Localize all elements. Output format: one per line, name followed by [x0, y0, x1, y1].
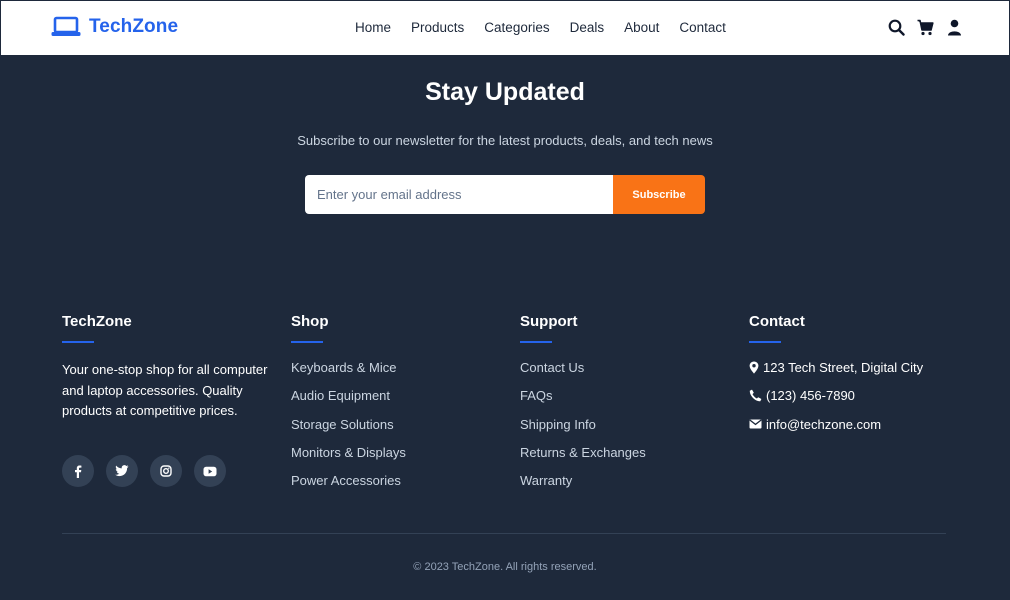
copyright-text: © 2023 TechZone. All rights reserved.	[413, 561, 597, 573]
facebook-icon[interactable]	[62, 455, 94, 487]
contact-email: info@techzone.com	[749, 417, 959, 432]
contact-address-text: 123 Tech Street, Digital City	[763, 360, 924, 375]
nav-contact[interactable]: Contact	[679, 20, 726, 35]
contact-info: 123 Tech Street, Digital City (123) 456-…	[749, 360, 959, 432]
title-underline	[62, 341, 94, 343]
nav-products[interactable]: Products	[411, 20, 464, 35]
nav-categories[interactable]: Categories	[484, 20, 549, 35]
footer-contact-title: Contact	[749, 313, 805, 330]
nav-deals[interactable]: Deals	[570, 20, 605, 35]
support-link-shipping[interactable]: Shipping Info	[520, 417, 730, 432]
footer-support-title: Support	[520, 313, 578, 330]
footer-about-text: Your one-stop shop for all computer and …	[62, 362, 268, 418]
shop-link-keyboards[interactable]: Keyboards & Mice	[291, 360, 501, 375]
support-link-contact[interactable]: Contact Us	[520, 360, 730, 375]
title-underline	[520, 341, 552, 343]
shop-link-storage[interactable]: Storage Solutions	[291, 417, 501, 432]
shop-link-monitors[interactable]: Monitors & Displays	[291, 445, 501, 460]
support-links: Contact Us FAQs Shipping Info Returns & …	[520, 360, 730, 488]
nav-home[interactable]: Home	[355, 20, 391, 35]
footer-about-title: TechZone	[62, 313, 132, 330]
footer-shop: Shop Keyboards & Mice Audio Equipment St…	[291, 313, 501, 501]
twitter-icon[interactable]	[106, 455, 138, 487]
phone-icon	[749, 389, 762, 402]
subscribe-button[interactable]: Subscribe	[613, 175, 705, 214]
shop-link-power[interactable]: Power Accessories	[291, 473, 501, 488]
contact-address: 123 Tech Street, Digital City	[749, 360, 959, 375]
newsletter-form: Subscribe	[305, 175, 705, 214]
support-link-returns[interactable]: Returns & Exchanges	[520, 445, 730, 460]
brand-logo[interactable]: TechZone	[51, 16, 178, 38]
social-links	[62, 455, 226, 487]
laptop-icon	[51, 16, 81, 36]
footer-divider	[62, 533, 946, 534]
footer-shop-title: Shop	[291, 313, 329, 330]
title-underline	[749, 341, 781, 343]
nav-about[interactable]: About	[624, 20, 659, 35]
envelope-icon	[749, 419, 762, 429]
contact-email-text[interactable]: info@techzone.com	[766, 417, 881, 432]
newsletter-subtitle: Subscribe to our newsletter for the late…	[297, 133, 713, 148]
newsletter-title: Stay Updated	[425, 78, 585, 106]
instagram-icon[interactable]	[150, 455, 182, 487]
footer-contact: Contact 123 Tech Street, Digital City (1…	[749, 313, 959, 445]
user-icon[interactable]	[946, 19, 963, 36]
footer-support: Support Contact Us FAQs Shipping Info Re…	[520, 313, 730, 501]
title-underline	[291, 341, 323, 343]
brand-name: TechZone	[89, 16, 179, 37]
site-header: TechZone Home Products Categories Deals …	[0, 0, 1010, 56]
footer-about: TechZone Your one-stop shop for all comp…	[62, 313, 272, 422]
support-link-faqs[interactable]: FAQs	[520, 388, 730, 403]
youtube-icon[interactable]	[194, 455, 226, 487]
shop-link-audio[interactable]: Audio Equipment	[291, 388, 501, 403]
main-nav: Home Products Categories Deals About Con…	[355, 20, 726, 35]
header-actions	[888, 19, 963, 36]
contact-phone-text[interactable]: (123) 456-7890	[766, 388, 855, 403]
support-link-warranty[interactable]: Warranty	[520, 473, 730, 488]
search-icon[interactable]	[888, 19, 905, 36]
contact-phone: (123) 456-7890	[749, 388, 959, 403]
map-pin-icon	[749, 361, 759, 374]
shop-links: Keyboards & Mice Audio Equipment Storage…	[291, 360, 501, 488]
cart-icon[interactable]	[917, 19, 934, 36]
email-input[interactable]	[305, 175, 613, 214]
